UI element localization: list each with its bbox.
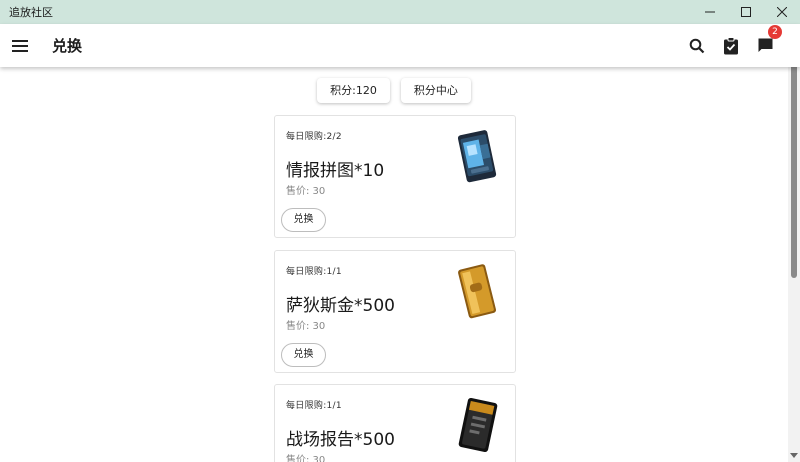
points-bar: 积分:120 积分中心 [0, 78, 788, 103]
chat-icon [758, 38, 772, 52]
points-center-button[interactable]: 积分中心 [400, 78, 471, 103]
menu-icon [12, 39, 28, 52]
points-button[interactable]: 积分:120 [317, 78, 390, 103]
maximize-icon [741, 7, 751, 17]
shop-item-card: 每日限购:2/2 情报拼图*10 售价: 30 兑换 [274, 115, 516, 238]
maximize-button[interactable] [728, 0, 764, 24]
scroll-down-arrow[interactable] [790, 453, 798, 458]
window-title: 追放社区 [9, 6, 53, 19]
clipboard-check-icon [724, 36, 738, 54]
tasks-button[interactable] [714, 29, 748, 63]
scrollbar[interactable] [788, 24, 800, 462]
appbar-actions: 2 [680, 24, 800, 67]
item-name: 萨狄斯金*500 [286, 296, 395, 316]
item-price: 售价: 30 [286, 321, 326, 332]
search-icon [689, 38, 705, 53]
close-window-button[interactable] [764, 0, 800, 24]
messages-button[interactable]: 2 [748, 24, 782, 63]
redeem-button[interactable]: 兑换 [281, 343, 326, 367]
daily-limit: 每日限购:1/1 [286, 401, 342, 411]
item-name: 战场报告*500 [286, 430, 395, 450]
search-button[interactable] [680, 29, 714, 63]
window-controls [692, 0, 800, 24]
item-price: 售价: 30 [286, 186, 326, 197]
item-price: 售价: 30 [286, 455, 326, 462]
shop-item-card: 每日限购:1/1 萨狄斯金*500 售价: 30 兑换 [274, 250, 516, 373]
item-name: 情报拼图*10 [286, 161, 385, 181]
scroll-thumb[interactable] [791, 36, 797, 278]
minimize-icon [705, 11, 715, 13]
menu-button[interactable] [0, 26, 40, 66]
redeem-button[interactable]: 兑换 [281, 208, 326, 232]
gold-bar-icon [458, 264, 497, 319]
intel-puzzle-icon [457, 130, 497, 183]
close-icon [777, 7, 787, 17]
page-title: 兑换 [52, 37, 83, 55]
daily-limit: 每日限购:1/1 [286, 267, 342, 277]
shop-item-card: 每日限购:1/1 战场报告*500 售价: 30 [274, 384, 516, 462]
app-bar: 兑换 2 [0, 24, 800, 67]
battle-report-icon [458, 397, 498, 453]
daily-limit: 每日限购:2/2 [286, 132, 342, 142]
minimize-button[interactable] [692, 0, 728, 24]
window-titlebar: 追放社区 [0, 0, 800, 24]
notification-badge: 2 [768, 24, 782, 39]
